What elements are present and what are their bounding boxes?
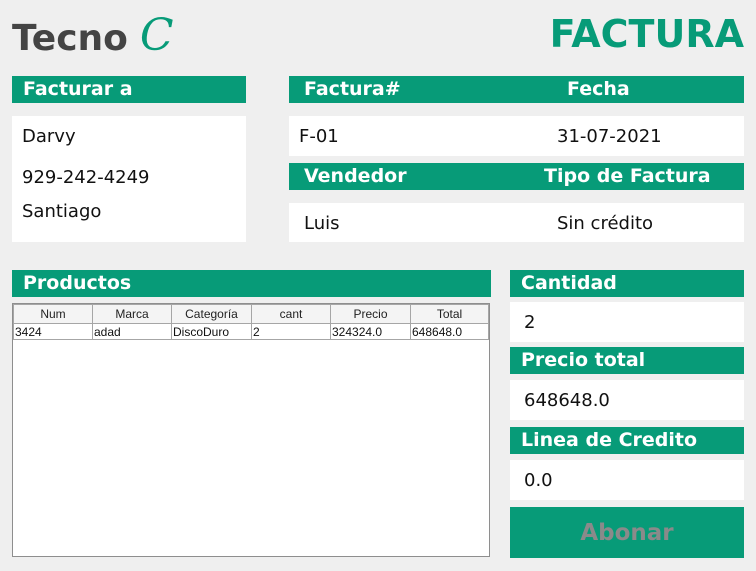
invoice-date: 31-07-2021 xyxy=(557,126,662,147)
invoice-header: Factura# Fecha xyxy=(289,76,744,103)
invoice-date-label: Fecha xyxy=(567,78,630,100)
column-header[interactable]: Marca xyxy=(92,304,172,324)
invoice-panel: F-01 31-07-2021 xyxy=(289,116,744,156)
pay-button[interactable]: Abonar xyxy=(510,507,744,558)
seller-header: Vendedor Tipo de Factura xyxy=(289,163,744,190)
credit-line-value: 0.0 xyxy=(524,470,553,491)
customer-name: Darvy xyxy=(22,126,76,147)
quantity-field[interactable]: 2 xyxy=(510,302,744,342)
column-header[interactable]: Total xyxy=(410,304,489,324)
column-header[interactable]: Num xyxy=(13,304,93,324)
cell-brand[interactable]: adad xyxy=(92,323,172,340)
credit-line-field[interactable]: 0.0 xyxy=(510,460,744,500)
total-price-value: 648648.0 xyxy=(524,390,610,411)
seller-label: Vendedor xyxy=(304,165,407,187)
quantity-header: Cantidad xyxy=(510,270,744,297)
quantity-value: 2 xyxy=(524,312,536,333)
invoice-type-label: Tipo de Factura xyxy=(544,165,711,187)
cell-price[interactable]: 324324.0 xyxy=(330,323,411,340)
brand-logo: Tecno C xyxy=(12,10,174,61)
total-price-header: Precio total xyxy=(510,347,744,374)
total-price-field[interactable]: 648648.0 xyxy=(510,380,744,420)
seller-name: Luis xyxy=(304,213,340,234)
cell-num[interactable]: 3424 xyxy=(13,323,93,340)
products-table[interactable]: Num Marca Categoría cant Precio Total 34… xyxy=(12,303,490,557)
customer-city: Santiago xyxy=(22,201,102,222)
table-header-row: Num Marca Categoría cant Precio Total xyxy=(13,304,489,324)
column-header[interactable]: cant xyxy=(251,304,331,324)
column-header[interactable]: Categoría xyxy=(171,304,252,324)
column-header[interactable]: Precio xyxy=(330,304,411,324)
table-row[interactable]: 3424 adad DiscoDuro 2 324324.0 648648.0 xyxy=(13,323,489,340)
bill-to-panel: Darvy 929-242-4249 Santiago xyxy=(12,116,246,242)
credit-line-header: Linea de Credito xyxy=(510,427,744,454)
cell-quantity[interactable]: 2 xyxy=(251,323,331,340)
customer-phone: 929-242-4249 xyxy=(22,167,150,188)
invoice-number: F-01 xyxy=(299,126,339,147)
page-title: FACTURA xyxy=(549,12,744,56)
seller-panel: Luis Sin crédito xyxy=(289,203,744,242)
invoice-number-label: Factura# xyxy=(304,78,401,100)
cell-category[interactable]: DiscoDuro xyxy=(171,323,252,340)
logo-mark: C xyxy=(139,10,174,61)
cell-total[interactable]: 648648.0 xyxy=(410,323,489,340)
logo-text: Tecno xyxy=(12,18,128,59)
invoice-type: Sin crédito xyxy=(557,213,654,234)
products-header: Productos xyxy=(12,270,491,297)
products-grid: Num Marca Categoría cant Precio Total 34… xyxy=(13,304,489,340)
bill-to-header: Facturar a xyxy=(12,76,246,103)
